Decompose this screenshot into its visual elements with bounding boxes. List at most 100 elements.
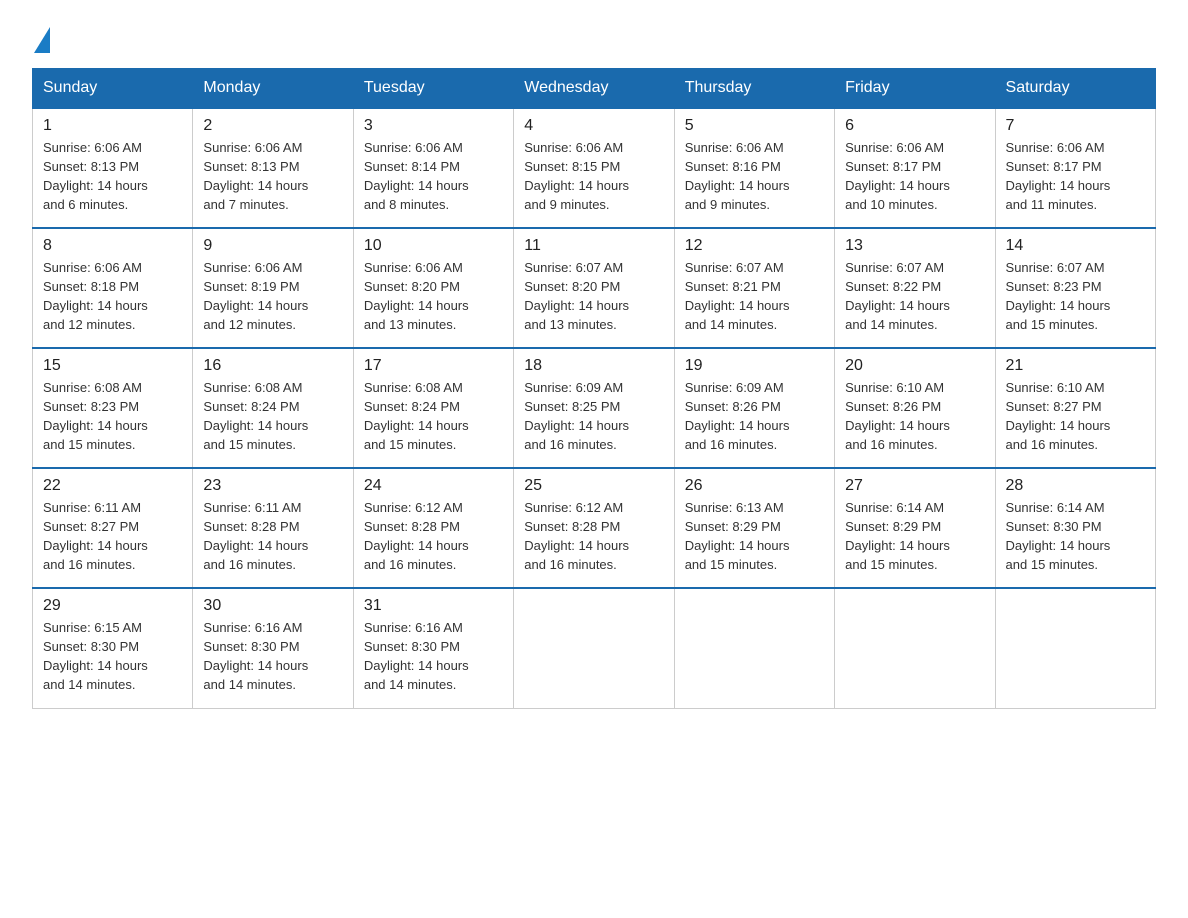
day-info: Sunrise: 6:10 AMSunset: 8:27 PMDaylight:… <box>1006 379 1145 454</box>
calendar-cell: 20 Sunrise: 6:10 AMSunset: 8:26 PMDaylig… <box>835 348 995 468</box>
logo <box>32 24 51 50</box>
calendar-week-4: 22 Sunrise: 6:11 AMSunset: 8:27 PMDaylig… <box>33 468 1156 588</box>
day-number: 9 <box>203 237 342 255</box>
day-number: 4 <box>524 117 663 135</box>
calendar-cell: 16 Sunrise: 6:08 AMSunset: 8:24 PMDaylig… <box>193 348 353 468</box>
day-header-tuesday: Tuesday <box>353 69 513 109</box>
calendar-cell <box>674 588 834 708</box>
calendar-cell: 24 Sunrise: 6:12 AMSunset: 8:28 PMDaylig… <box>353 468 513 588</box>
calendar-cell: 27 Sunrise: 6:14 AMSunset: 8:29 PMDaylig… <box>835 468 995 588</box>
day-number: 24 <box>364 477 503 495</box>
day-header-wednesday: Wednesday <box>514 69 674 109</box>
day-number: 10 <box>364 237 503 255</box>
calendar-week-2: 8 Sunrise: 6:06 AMSunset: 8:18 PMDayligh… <box>33 228 1156 348</box>
calendar-cell: 31 Sunrise: 6:16 AMSunset: 8:30 PMDaylig… <box>353 588 513 708</box>
day-info: Sunrise: 6:11 AMSunset: 8:27 PMDaylight:… <box>43 499 182 574</box>
day-number: 18 <box>524 357 663 375</box>
day-info: Sunrise: 6:06 AMSunset: 8:20 PMDaylight:… <box>364 259 503 334</box>
day-number: 12 <box>685 237 824 255</box>
calendar-cell: 6 Sunrise: 6:06 AMSunset: 8:17 PMDayligh… <box>835 108 995 228</box>
day-number: 27 <box>845 477 984 495</box>
calendar-cell: 4 Sunrise: 6:06 AMSunset: 8:15 PMDayligh… <box>514 108 674 228</box>
day-info: Sunrise: 6:06 AMSunset: 8:19 PMDaylight:… <box>203 259 342 334</box>
day-headers-row: SundayMondayTuesdayWednesdayThursdayFrid… <box>33 69 1156 109</box>
day-info: Sunrise: 6:07 AMSunset: 8:20 PMDaylight:… <box>524 259 663 334</box>
day-info: Sunrise: 6:12 AMSunset: 8:28 PMDaylight:… <box>364 499 503 574</box>
day-info: Sunrise: 6:08 AMSunset: 8:23 PMDaylight:… <box>43 379 182 454</box>
day-info: Sunrise: 6:11 AMSunset: 8:28 PMDaylight:… <box>203 499 342 574</box>
calendar-cell: 7 Sunrise: 6:06 AMSunset: 8:17 PMDayligh… <box>995 108 1155 228</box>
page-header <box>32 24 1156 50</box>
day-info: Sunrise: 6:14 AMSunset: 8:29 PMDaylight:… <box>845 499 984 574</box>
day-info: Sunrise: 6:16 AMSunset: 8:30 PMDaylight:… <box>203 619 342 694</box>
day-info: Sunrise: 6:07 AMSunset: 8:21 PMDaylight:… <box>685 259 824 334</box>
day-header-friday: Friday <box>835 69 995 109</box>
calendar-cell: 21 Sunrise: 6:10 AMSunset: 8:27 PMDaylig… <box>995 348 1155 468</box>
day-info: Sunrise: 6:15 AMSunset: 8:30 PMDaylight:… <box>43 619 182 694</box>
calendar-cell: 14 Sunrise: 6:07 AMSunset: 8:23 PMDaylig… <box>995 228 1155 348</box>
calendar-cell: 25 Sunrise: 6:12 AMSunset: 8:28 PMDaylig… <box>514 468 674 588</box>
calendar-cell: 22 Sunrise: 6:11 AMSunset: 8:27 PMDaylig… <box>33 468 193 588</box>
calendar-cell: 10 Sunrise: 6:06 AMSunset: 8:20 PMDaylig… <box>353 228 513 348</box>
day-number: 14 <box>1006 237 1145 255</box>
calendar-cell: 5 Sunrise: 6:06 AMSunset: 8:16 PMDayligh… <box>674 108 834 228</box>
day-header-thursday: Thursday <box>674 69 834 109</box>
day-number: 5 <box>685 117 824 135</box>
day-info: Sunrise: 6:06 AMSunset: 8:18 PMDaylight:… <box>43 259 182 334</box>
day-number: 15 <box>43 357 182 375</box>
day-info: Sunrise: 6:06 AMSunset: 8:15 PMDaylight:… <box>524 139 663 214</box>
day-number: 6 <box>845 117 984 135</box>
calendar-week-3: 15 Sunrise: 6:08 AMSunset: 8:23 PMDaylig… <box>33 348 1156 468</box>
day-info: Sunrise: 6:06 AMSunset: 8:13 PMDaylight:… <box>203 139 342 214</box>
day-number: 28 <box>1006 477 1145 495</box>
day-number: 29 <box>43 597 182 615</box>
day-number: 30 <box>203 597 342 615</box>
day-info: Sunrise: 6:07 AMSunset: 8:23 PMDaylight:… <box>1006 259 1145 334</box>
calendar-cell: 19 Sunrise: 6:09 AMSunset: 8:26 PMDaylig… <box>674 348 834 468</box>
day-number: 11 <box>524 237 663 255</box>
calendar-cell: 9 Sunrise: 6:06 AMSunset: 8:19 PMDayligh… <box>193 228 353 348</box>
day-number: 22 <box>43 477 182 495</box>
calendar-cell: 11 Sunrise: 6:07 AMSunset: 8:20 PMDaylig… <box>514 228 674 348</box>
day-info: Sunrise: 6:14 AMSunset: 8:30 PMDaylight:… <box>1006 499 1145 574</box>
day-info: Sunrise: 6:12 AMSunset: 8:28 PMDaylight:… <box>524 499 663 574</box>
day-number: 7 <box>1006 117 1145 135</box>
day-info: Sunrise: 6:08 AMSunset: 8:24 PMDaylight:… <box>364 379 503 454</box>
calendar-week-5: 29 Sunrise: 6:15 AMSunset: 8:30 PMDaylig… <box>33 588 1156 708</box>
day-number: 3 <box>364 117 503 135</box>
calendar-body: 1 Sunrise: 6:06 AMSunset: 8:13 PMDayligh… <box>33 108 1156 708</box>
day-header-sunday: Sunday <box>33 69 193 109</box>
day-info: Sunrise: 6:06 AMSunset: 8:13 PMDaylight:… <box>43 139 182 214</box>
logo-area <box>32 24 51 50</box>
day-header-monday: Monday <box>193 69 353 109</box>
day-info: Sunrise: 6:08 AMSunset: 8:24 PMDaylight:… <box>203 379 342 454</box>
calendar-cell: 28 Sunrise: 6:14 AMSunset: 8:30 PMDaylig… <box>995 468 1155 588</box>
calendar-cell: 8 Sunrise: 6:06 AMSunset: 8:18 PMDayligh… <box>33 228 193 348</box>
day-number: 2 <box>203 117 342 135</box>
calendar-header: SundayMondayTuesdayWednesdayThursdayFrid… <box>33 69 1156 109</box>
day-number: 13 <box>845 237 984 255</box>
calendar-cell: 12 Sunrise: 6:07 AMSunset: 8:21 PMDaylig… <box>674 228 834 348</box>
day-number: 26 <box>685 477 824 495</box>
day-number: 16 <box>203 357 342 375</box>
day-info: Sunrise: 6:09 AMSunset: 8:26 PMDaylight:… <box>685 379 824 454</box>
calendar-cell: 26 Sunrise: 6:13 AMSunset: 8:29 PMDaylig… <box>674 468 834 588</box>
calendar-cell: 13 Sunrise: 6:07 AMSunset: 8:22 PMDaylig… <box>835 228 995 348</box>
calendar-cell <box>514 588 674 708</box>
calendar-cell: 3 Sunrise: 6:06 AMSunset: 8:14 PMDayligh… <box>353 108 513 228</box>
day-info: Sunrise: 6:13 AMSunset: 8:29 PMDaylight:… <box>685 499 824 574</box>
day-info: Sunrise: 6:06 AMSunset: 8:17 PMDaylight:… <box>845 139 984 214</box>
day-info: Sunrise: 6:06 AMSunset: 8:14 PMDaylight:… <box>364 139 503 214</box>
day-info: Sunrise: 6:09 AMSunset: 8:25 PMDaylight:… <box>524 379 663 454</box>
day-number: 23 <box>203 477 342 495</box>
calendar-cell: 23 Sunrise: 6:11 AMSunset: 8:28 PMDaylig… <box>193 468 353 588</box>
day-number: 17 <box>364 357 503 375</box>
day-number: 31 <box>364 597 503 615</box>
day-header-saturday: Saturday <box>995 69 1155 109</box>
day-info: Sunrise: 6:06 AMSunset: 8:17 PMDaylight:… <box>1006 139 1145 214</box>
day-info: Sunrise: 6:16 AMSunset: 8:30 PMDaylight:… <box>364 619 503 694</box>
day-info: Sunrise: 6:07 AMSunset: 8:22 PMDaylight:… <box>845 259 984 334</box>
calendar-cell: 17 Sunrise: 6:08 AMSunset: 8:24 PMDaylig… <box>353 348 513 468</box>
day-number: 20 <box>845 357 984 375</box>
day-number: 25 <box>524 477 663 495</box>
